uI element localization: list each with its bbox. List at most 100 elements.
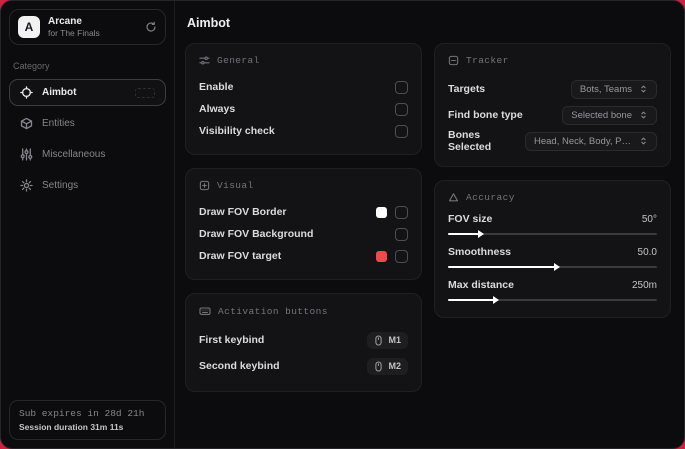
frame-minus-icon [448,55,459,66]
card-title: Tracker [466,55,509,66]
sidebar-item-settings[interactable]: Settings [9,172,166,199]
color-swatch[interactable] [376,250,387,262]
activation-buttons-card: Activation buttons First keybind M1 Seco… [185,293,422,392]
draw-fov-target-checkbox[interactable] [395,249,408,263]
sliders-vertical-icon [20,148,33,161]
card-title: Activation buttons [218,305,328,317]
setting-row-find-bone-type: Find bone type Selected bone [448,102,657,128]
page-title: Aimbot [187,16,231,30]
slider-fill [448,296,499,304]
select-value: Selected bone [571,109,632,121]
card-title: General [217,55,260,66]
setting-label: First keybind [199,334,265,346]
right-column: Tracker Targets Bots, Teams Find bone ty… [434,43,671,318]
find-bone-type-select[interactable]: Selected bone [562,105,657,125]
setting-row-enable: Enable [199,76,408,98]
color-swatch[interactable] [376,206,387,218]
left-column: General Enable Always Visibility check V… [185,43,422,392]
setting-label: Draw FOV Border [199,206,287,218]
first-keybind-button[interactable]: M1 [367,331,408,349]
enable-checkbox[interactable] [395,80,408,94]
app-meta: Arcane for The Finals [48,16,137,38]
chevrons-up-down-icon [641,111,646,119]
select-value: Bots, Teams [579,83,632,95]
app-header-card: A Arcane for The Finals [9,9,166,45]
main-content: Aimbot General Enable Always Visibility … [175,1,684,448]
setting-label: Draw FOV Background [199,228,314,240]
slider-label: Smoothness [448,246,512,258]
keybind-value: M2 [388,361,401,371]
square-plus-icon [199,180,210,191]
sub-expires-text: Sub expires in 28d 21h [19,408,145,419]
slider-group-smoothness: Smoothness 50.0 [448,246,657,271]
app-logo: A [18,16,40,38]
gear-icon [20,179,33,192]
setting-row-targets: Targets Bots, Teams [448,76,657,102]
select-value: Head, Neck, Body, Pe.. [534,135,632,147]
draw-fov-background-checkbox[interactable] [395,227,408,241]
visibility-check-checkbox[interactable] [395,124,408,138]
setting-row-draw-fov-target: Draw FOV target [199,245,408,267]
sidebar-item-label: Settings [42,180,79,191]
draw-fov-border-checkbox[interactable] [395,205,408,219]
max-distance-slider[interactable] [448,296,657,304]
always-checkbox[interactable] [395,102,408,116]
setting-label: Bones Selected [448,129,492,153]
setting-label: Find bone type [448,109,523,121]
category-label: Category [13,61,50,71]
sidebar-item-miscellaneous[interactable]: Miscellaneous [9,141,166,168]
slider-value: 50.0 [637,246,657,258]
refresh-icon[interactable] [145,21,157,33]
smoothness-slider[interactable] [448,263,657,271]
second-keybind-button[interactable]: M2 [367,357,408,375]
session-duration-text: Session duration 31m 11s [19,422,124,432]
setting-label: Second keybind [199,360,280,372]
keybind-value: M1 [388,335,401,345]
setting-label: Enable [199,81,234,93]
slider-fill [448,263,560,271]
sidebar-item-entities[interactable]: Entities [9,110,166,137]
app-subtitle: for The Finals [48,28,100,38]
targets-select[interactable]: Bots, Teams [570,79,657,99]
card-title: Accuracy [466,192,515,203]
setting-row-draw-fov-border: Draw FOV Border [199,201,408,223]
setting-label: Targets [448,83,486,95]
app-name: Arcane [48,16,82,27]
slider-thumb[interactable] [478,230,485,238]
triangle-icon [448,193,459,202]
card-title: Visual [217,180,254,191]
slider-group-max-distance: Max distance 250m [448,279,657,304]
sidebar-item-aimbot[interactable]: Aimbot [9,79,166,106]
fov-size-slider[interactable] [448,230,657,238]
mouse-icon [375,334,383,346]
entities-cube-icon [20,117,33,130]
app-logo-letter: A [24,20,34,34]
bones-selected-select[interactable]: Head, Neck, Body, Pe.. [525,131,657,151]
sidebar-item-label: Aimbot [42,87,77,98]
chevrons-up-down-icon [641,85,646,93]
setting-row-second-keybind: Second keybind M2 [199,353,408,379]
slider-group-fov-size: FOV size 50° [448,213,657,238]
slider-fill [448,230,485,238]
sliders-horizontal-icon [199,56,210,65]
sidebar-item-label: Entities [42,118,75,129]
slider-thumb[interactable] [492,296,499,304]
mouse-icon [375,360,383,372]
setting-label: Visibility check [199,125,275,137]
desktop-background: A Arcane for The Finals Category Aimbot … [0,0,685,449]
chevrons-up-down-icon [641,137,646,145]
setting-row-always: Always [199,98,408,120]
slider-value: 50° [641,213,657,225]
sidebar: A Arcane for The Finals Category Aimbot … [1,1,175,448]
setting-row-draw-fov-background: Draw FOV Background [199,223,408,245]
crosshair-icon [20,86,33,99]
slider-thumb[interactable] [553,263,560,271]
slider-label: FOV size [448,213,493,225]
setting-row-bones-selected: Bones Selected Head, Neck, Body, Pe.. [448,128,657,154]
app-window: A Arcane for The Finals Category Aimbot … [0,0,685,449]
sidebar-item-label: Miscellaneous [42,149,106,160]
setting-label: Draw FOV target [199,250,282,262]
keybind-hint-placeholder [135,87,155,98]
slider-label: Max distance [448,279,514,291]
